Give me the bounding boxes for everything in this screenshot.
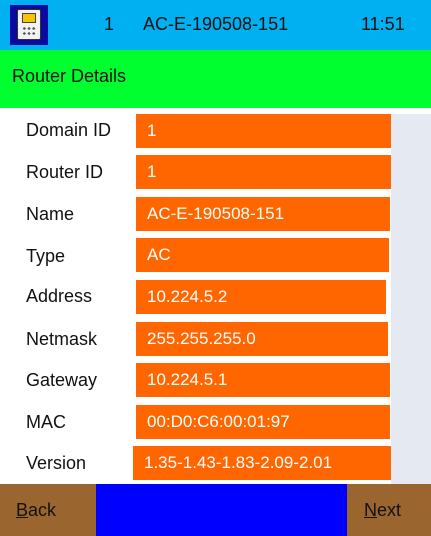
type-label: Type [26,246,66,266]
mac-value: 00:D0:C6:00:01:97 [136,405,390,439]
status-number: 1 [104,14,115,34]
device-body [17,9,41,40]
domain-id-value: 1 [136,114,391,148]
address-label: Address [26,286,93,306]
handheld-device-icon[interactable] [10,5,48,45]
netmask-value: 255.255.255.0 [136,322,388,356]
next-accel: N [364,500,377,520]
router-id-label: Router ID [26,162,104,182]
title-bar: Router Details [0,50,431,108]
back-button[interactable]: Back [0,484,96,536]
gateway-label: Gateway [26,370,98,390]
version-label: Version [26,453,87,473]
address-value: 10.224.5.2 [136,280,386,314]
page-title: Router Details [12,66,127,86]
name-value: AC-E-190508-151 [136,197,390,231]
device-keypad [22,26,36,36]
device-screen [22,13,36,23]
version-value: 1.35-1.43-1.83-2.09-2.01 [133,446,391,480]
netmask-label: Netmask [26,329,98,349]
gateway-value: 10.224.5.1 [136,363,390,397]
back-button-label: Back [16,500,56,521]
back-rest: ack [28,500,57,520]
back-accel: B [16,500,29,520]
next-rest: ext [377,500,402,520]
details-panel: Domain ID 1 Router ID 1 Name AC-E-190508… [0,108,431,484]
next-button[interactable]: Next [347,484,431,536]
mac-label: MAC [26,412,66,432]
type-value: AC [136,238,389,272]
status-bar: 1 AC-E-190508-151 11:51 [0,0,431,50]
router-id-value: 1 [136,155,391,189]
status-time: 11:51 [361,14,405,34]
domain-id-label: Domain ID [26,120,112,140]
name-label: Name [26,204,75,224]
side-panel [391,114,431,484]
bottom-bar: Back Next [0,484,431,536]
status-hostname: AC-E-190508-151 [143,14,289,34]
next-button-label: Next [364,500,401,521]
